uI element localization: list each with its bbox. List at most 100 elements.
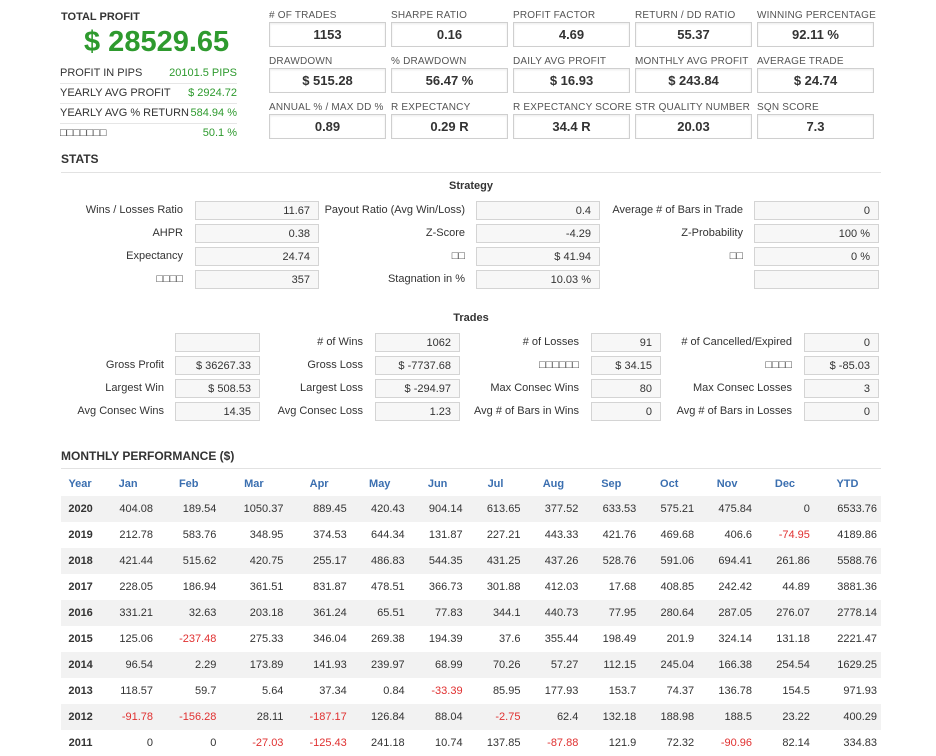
value-cell: 198.49 bbox=[602, 633, 637, 645]
metric-label: % DRAWDOWN bbox=[391, 56, 467, 67]
trade-stat-value: $ 508.53 bbox=[175, 379, 260, 398]
value-cell: 57.27 bbox=[524, 652, 583, 678]
value-cell: 44.89 bbox=[782, 581, 810, 593]
stat-label: Stagnation in % bbox=[387, 273, 465, 285]
value-cell: 269.38 bbox=[371, 633, 405, 645]
year-cell: 2016 bbox=[61, 600, 100, 626]
stat-value: 0 bbox=[754, 201, 879, 220]
value-cell: 166.38 bbox=[698, 652, 757, 678]
metric-label: R EXPECTANCY bbox=[391, 102, 471, 113]
value-cell: 77.95 bbox=[582, 600, 641, 626]
stat-label: □□ bbox=[451, 250, 465, 262]
column-header[interactable]: Feb bbox=[157, 472, 220, 496]
value-cell: 404.08 bbox=[99, 496, 158, 522]
metric-value: 0.16 bbox=[391, 22, 508, 47]
value-cell: 0 bbox=[146, 737, 154, 749]
value-cell: -90.96 bbox=[720, 737, 753, 749]
value-cell: 96.54 bbox=[99, 652, 158, 678]
value-cell: 440.73 bbox=[524, 600, 583, 626]
value-cell: 177.93 bbox=[544, 685, 579, 697]
stat-value: 11.67 bbox=[195, 201, 319, 220]
value-cell: 2778.14 bbox=[813, 600, 881, 626]
year-cell: 2011 bbox=[68, 737, 93, 749]
value-cell: 153.7 bbox=[608, 685, 637, 697]
value-cell: 420.43 bbox=[350, 496, 409, 522]
trade-stat-value: $ -85.03 bbox=[804, 356, 879, 375]
summary-row: YEARLY AVG % RETURN 584.94 % bbox=[60, 103, 237, 124]
value-cell: 201.9 bbox=[666, 633, 695, 645]
metric-value: $ 243.84 bbox=[635, 68, 752, 93]
table-row: 2012 -91.78 -156.28 28.11 -187.17 126.84 88.04… bbox=[61, 704, 881, 730]
value-cell: 132.18 bbox=[582, 704, 641, 730]
year-cell: 2019 bbox=[68, 529, 93, 541]
table-header-row: Year Jan Feb Mar Apr May Jun Jul Aug Sep Oct Nov Dec… bbox=[61, 472, 881, 496]
value-cell: 275.33 bbox=[249, 633, 284, 645]
trade-stat-label: Largest Win bbox=[105, 382, 164, 394]
value-cell: 366.73 bbox=[428, 581, 463, 593]
year-cell: 2015 bbox=[68, 633, 93, 645]
trade-stat-value: $ -294.97 bbox=[375, 379, 460, 398]
column-header[interactable]: Aug bbox=[524, 472, 582, 496]
value-cell: 5.64 bbox=[262, 685, 284, 697]
column-header[interactable]: Oct bbox=[640, 472, 698, 496]
trade-stat-value: $ -7737.68 bbox=[375, 356, 460, 375]
year-cell: 2014 bbox=[61, 652, 100, 678]
value-cell: 242.42 bbox=[718, 581, 753, 593]
column-header[interactable]: Jan bbox=[99, 472, 157, 496]
value-cell: 443.33 bbox=[544, 529, 579, 541]
column-header[interactable]: Jul bbox=[467, 472, 525, 496]
stat-value: -4.29 bbox=[476, 224, 600, 243]
value-cell: -87.88 bbox=[547, 737, 579, 749]
value-cell: 1050.37 bbox=[220, 496, 288, 522]
value-cell: 88.04 bbox=[408, 704, 467, 730]
column-header[interactable]: May bbox=[351, 472, 409, 496]
column-header[interactable]: Sep bbox=[582, 472, 640, 496]
summary-row-value: 584.94 % bbox=[190, 107, 237, 119]
column-header[interactable]: Apr bbox=[287, 472, 350, 496]
value-cell: 971.93 bbox=[843, 685, 877, 697]
stat-value bbox=[754, 270, 879, 289]
value-cell: 118.57 bbox=[120, 685, 154, 697]
value-cell: 437.26 bbox=[524, 548, 583, 574]
stat-value: 24.74 bbox=[195, 247, 319, 266]
column-header[interactable]: Nov bbox=[698, 472, 756, 496]
column-header[interactable]: YTD bbox=[814, 472, 881, 496]
value-cell: 431.25 bbox=[466, 548, 525, 574]
summary-row: PROFIT IN PIPS 20101.5 PIPS bbox=[60, 63, 237, 84]
column-header[interactable]: Dec bbox=[756, 472, 814, 496]
value-cell: 32.63 bbox=[157, 600, 221, 626]
summary-row-value: 50.1 % bbox=[202, 127, 237, 139]
stat-value: 100 % bbox=[754, 224, 879, 243]
value-cell: 10.74 bbox=[435, 737, 463, 749]
stat-value: 0 % bbox=[754, 247, 879, 266]
trade-stat-value: 1.23 bbox=[375, 402, 460, 421]
trades-title: Trades bbox=[453, 312, 489, 324]
value-cell: 421.76 bbox=[602, 529, 637, 541]
value-cell: 23.22 bbox=[756, 704, 814, 730]
year-cell: 2018 bbox=[61, 548, 100, 574]
value-cell: 154.5 bbox=[782, 685, 810, 697]
trade-stat-label: Gross Loss bbox=[307, 359, 363, 371]
value-cell: -2.75 bbox=[466, 704, 525, 730]
value-cell: 212.78 bbox=[119, 529, 154, 541]
column-header[interactable]: Year bbox=[61, 472, 99, 496]
value-cell: 189.54 bbox=[157, 496, 221, 522]
column-header[interactable]: Jun bbox=[409, 472, 467, 496]
value-cell: 37.6 bbox=[499, 633, 521, 645]
trade-stat-label: Max Consec Losses bbox=[692, 382, 792, 394]
value-cell: 633.53 bbox=[582, 496, 641, 522]
summary-row-label: YEARLY AVG PROFIT bbox=[60, 87, 171, 99]
trade-stat-label: Max Consec Wins bbox=[490, 382, 579, 394]
value-cell: 85.95 bbox=[492, 685, 521, 697]
value-cell: 377.52 bbox=[524, 496, 583, 522]
table-row: 2011 0 0 -27.03 -125.43 241.18 10.74 137.85 -87.… bbox=[61, 730, 881, 756]
trade-stat-label bbox=[61, 332, 164, 352]
metric-label: DAILY AVG PROFIT bbox=[513, 56, 607, 67]
value-cell: 0 bbox=[756, 496, 814, 522]
table-row: 2018 421.44 515.62 420.75 255.17 486.83 544.35… bbox=[61, 548, 881, 574]
value-cell: 65.51 bbox=[350, 600, 409, 626]
value-cell: 131.18 bbox=[776, 633, 810, 645]
column-header[interactable]: Mar bbox=[220, 472, 287, 496]
metric-label: DRAWDOWN bbox=[269, 56, 333, 67]
table-row: 2017 228.05 186.94 361.51 831.87 478.51 366.73… bbox=[61, 574, 881, 600]
